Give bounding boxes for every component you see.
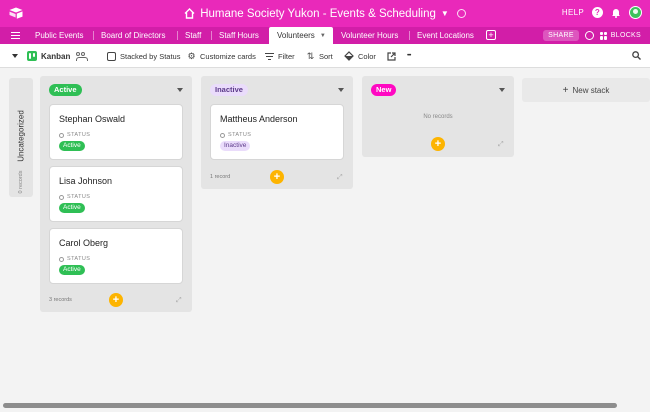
sort-button[interactable]: ⇅ Sort — [306, 44, 333, 68]
stack-menu-chevron-icon[interactable] — [177, 88, 183, 92]
status-badge: Active — [59, 203, 85, 213]
stack-active: Active Stephan Oswald STATUS Active Lisa… — [40, 76, 192, 312]
add-table-plus-icon[interactable]: + — [486, 30, 496, 40]
stack-status-pill: Active — [49, 84, 82, 96]
field-label: STATUS — [67, 132, 91, 138]
new-stack-label: New stack — [572, 85, 610, 95]
view-collaborators[interactable] — [76, 44, 88, 68]
color-button[interactable]: Color — [344, 44, 376, 68]
status-field-icon — [59, 256, 64, 262]
share-view-button[interactable] — [387, 44, 396, 68]
record-count: 3 records — [49, 297, 72, 303]
info-icon[interactable] — [456, 9, 466, 18]
share-button[interactable]: SHARE — [543, 30, 579, 41]
status-field-icon — [220, 132, 225, 138]
blocks-grid-icon — [599, 31, 608, 40]
record-card[interactable]: Mattheus Anderson STATUS Inactive — [210, 104, 344, 160]
blocks-label: BLOCKS — [610, 32, 641, 39]
view-toolbar: Kanban Stacked by Status ⚙ Customize car… — [0, 44, 650, 68]
card-title: Stephan Oswald — [59, 114, 126, 124]
title-chevron-down-icon[interactable]: ▼ — [441, 9, 449, 18]
tab-chevron-down-icon[interactable]: ▼ — [320, 33, 326, 39]
record-count: 1 record — [210, 174, 231, 180]
empty-stack-message: No records — [423, 114, 453, 120]
filter-icon — [265, 52, 274, 60]
card-title: Mattheus Anderson — [220, 114, 298, 124]
sort-icon: ⇅ — [306, 50, 315, 61]
add-record-button[interactable]: + — [431, 137, 445, 151]
field-label: STATUS — [67, 256, 91, 262]
card-title: Lisa Johnson — [59, 176, 113, 186]
customize-cards-button[interactable]: ⚙ Customize cards — [187, 44, 255, 68]
card-title: Carol Oberg — [59, 238, 109, 248]
status-badge: Active — [59, 265, 85, 275]
views-toggle[interactable] — [12, 44, 18, 68]
hamburger-menu-icon[interactable] — [11, 32, 20, 39]
notifications-bell-icon[interactable] — [611, 7, 621, 18]
field-label: STATUS — [228, 132, 252, 138]
stack-menu-chevron-icon[interactable] — [499, 88, 505, 92]
kanban-icon — [27, 51, 37, 61]
filter-button[interactable]: Filter — [265, 44, 295, 68]
external-link-icon — [387, 51, 396, 61]
stack-status-pill: Inactive — [210, 84, 248, 96]
user-avatar[interactable] — [629, 6, 642, 19]
status-badge: Inactive — [220, 141, 251, 151]
caret-down-icon — [12, 54, 18, 58]
view-switcher[interactable]: Kanban — [27, 44, 70, 68]
status-field-icon — [59, 194, 64, 200]
base-title[interactable]: Humane Society Yukon - Events & Scheduli… — [0, 0, 650, 27]
record-card[interactable]: Stephan Oswald STATUS Active — [49, 104, 183, 160]
horizontal-scrollbar[interactable] — [3, 403, 617, 408]
expand-icon[interactable]: ⤢ — [498, 141, 505, 148]
help-question-icon[interactable]: ? — [592, 7, 603, 18]
customize-icon: ⚙ — [187, 50, 196, 61]
view-name: Kanban — [41, 51, 71, 61]
stack-new: New No records ⤢ + — [362, 76, 514, 157]
field-label: STATUS — [67, 194, 91, 200]
record-card[interactable]: Carol Oberg STATUS Active — [49, 228, 183, 284]
add-record-button[interactable]: + — [109, 293, 123, 307]
search-icon[interactable] — [632, 51, 641, 60]
home-icon — [184, 8, 195, 19]
history-icon[interactable] — [584, 31, 594, 40]
expand-icon[interactable]: ⤢ — [176, 297, 183, 304]
status-field-icon — [59, 132, 64, 138]
uncategorized-count: 0 records — [18, 170, 24, 194]
people-icon — [76, 52, 88, 61]
stack-menu-chevron-icon[interactable] — [338, 88, 344, 92]
expand-icon[interactable]: ⤢ — [337, 174, 344, 181]
add-record-button[interactable]: + — [270, 170, 284, 184]
base-title-text: Humane Society Yukon - Events & Scheduli… — [200, 7, 436, 20]
stack-icon — [107, 51, 116, 61]
tab-board-of-directors[interactable]: Board of Directors — [93, 27, 165, 44]
paint-bucket-icon — [344, 51, 354, 61]
table-tab-bar: Public Events Board of Directors Staff S… — [0, 27, 650, 44]
uncategorized-stack[interactable]: Uncategorized 0 records — [9, 78, 33, 197]
blocks-button[interactable]: BLOCKS — [599, 31, 641, 40]
help-link[interactable]: HELP — [562, 8, 584, 17]
plus-icon: + — [562, 84, 569, 96]
stack-status-pill: New — [371, 84, 397, 96]
record-card[interactable]: Lisa Johnson STATUS Active — [49, 166, 183, 222]
tab-volunteer-hours[interactable]: Volunteer Hours — [333, 27, 398, 44]
status-badge: Active — [59, 141, 85, 151]
tab-event-locations[interactable]: Event Locations — [409, 27, 474, 44]
tab-volunteers[interactable]: Volunteers ▼ — [269, 27, 333, 44]
tab-public-events[interactable]: Public Events — [27, 27, 83, 44]
title-bar: Humane Society Yukon - Events & Scheduli… — [0, 0, 650, 27]
stack-inactive: Inactive Mattheus Anderson STATUS Inacti… — [201, 76, 353, 189]
new-stack-button[interactable]: + New stack — [522, 78, 650, 102]
uncategorized-title: Uncategorized — [16, 110, 26, 162]
tab-staff-hours[interactable]: Staff Hours — [211, 27, 259, 44]
tab-staff[interactable]: Staff — [177, 27, 201, 44]
stacked-by-button[interactable]: Stacked by Status — [107, 44, 180, 68]
more-options-button[interactable]: ••• — [407, 44, 411, 68]
